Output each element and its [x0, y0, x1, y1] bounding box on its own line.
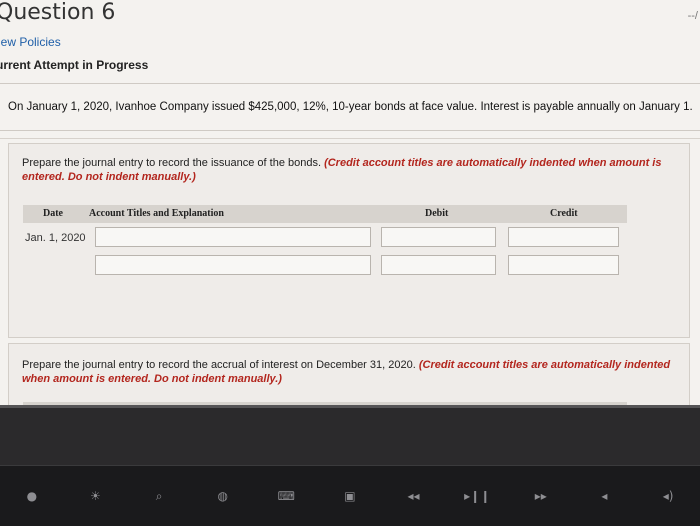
- mute-icon[interactable]: ◂: [591, 484, 617, 508]
- divider: [0, 83, 700, 84]
- part-2-instruction-text: Prepare the journal entry to record the …: [22, 359, 416, 371]
- part-2-panel: Prepare the journal entry to record the …: [8, 343, 690, 405]
- rewind-icon[interactable]: ◂◂: [401, 484, 427, 508]
- column-date: Date: [43, 208, 63, 219]
- screen-edge: [0, 405, 700, 408]
- question-score: --/: [687, 10, 698, 22]
- keyboard-icon[interactable]: ⌨: [273, 484, 299, 508]
- journal-table-header: Date Account Titles and Explanation Debi…: [23, 205, 627, 223]
- globe-icon[interactable]: ◍: [210, 484, 236, 508]
- entry-date: Jan. 1, 2020: [25, 232, 86, 244]
- credit-input-1[interactable]: [508, 227, 619, 247]
- column-debit: Debit: [425, 208, 449, 219]
- touch-bar: ● ☀ ⌕ ◍ ⌨ ▣ ◂◂ ▸❙❙ ▸▸ ◂ ◂): [0, 465, 700, 526]
- account-title-input-2[interactable]: [95, 255, 371, 275]
- divider: [0, 130, 700, 131]
- credit-input-2[interactable]: [508, 255, 619, 275]
- attempt-status: urrent Attempt in Progress: [0, 58, 149, 72]
- view-policies-link[interactable]: iew Policies: [0, 35, 61, 49]
- column-account: Account Titles and Explanation: [89, 208, 224, 219]
- camera-icon[interactable]: ▣: [337, 484, 363, 508]
- part-1-panel: Prepare the journal entry to record the …: [8, 143, 690, 338]
- browser-viewport: Question 6 --/ iew Policies urrent Attem…: [0, 0, 700, 405]
- search-icon[interactable]: ⌕: [146, 484, 172, 508]
- part-1-instruction-text: Prepare the journal entry to record the …: [22, 157, 322, 169]
- escape-key-icon[interactable]: ●: [19, 484, 45, 508]
- laptop-bezel: [0, 405, 700, 465]
- part-1-instruction: Prepare the journal entry to record the …: [22, 156, 682, 184]
- brightness-icon[interactable]: ☀: [82, 484, 108, 508]
- divider: [0, 138, 700, 139]
- fast-forward-icon[interactable]: ▸▸: [528, 484, 554, 508]
- play-pause-icon[interactable]: ▸❙❙: [464, 484, 490, 508]
- account-title-input-1[interactable]: [95, 227, 371, 247]
- question-title: Question 6: [0, 0, 116, 25]
- part-2-instruction: Prepare the journal entry to record the …: [22, 358, 682, 386]
- debit-input-2[interactable]: [381, 255, 496, 275]
- column-credit: Credit: [550, 208, 578, 219]
- volume-icon[interactable]: ◂): [655, 484, 681, 508]
- debit-input-1[interactable]: [381, 227, 496, 247]
- problem-statement: On January 1, 2020, Ivanhoe Company issu…: [8, 101, 693, 113]
